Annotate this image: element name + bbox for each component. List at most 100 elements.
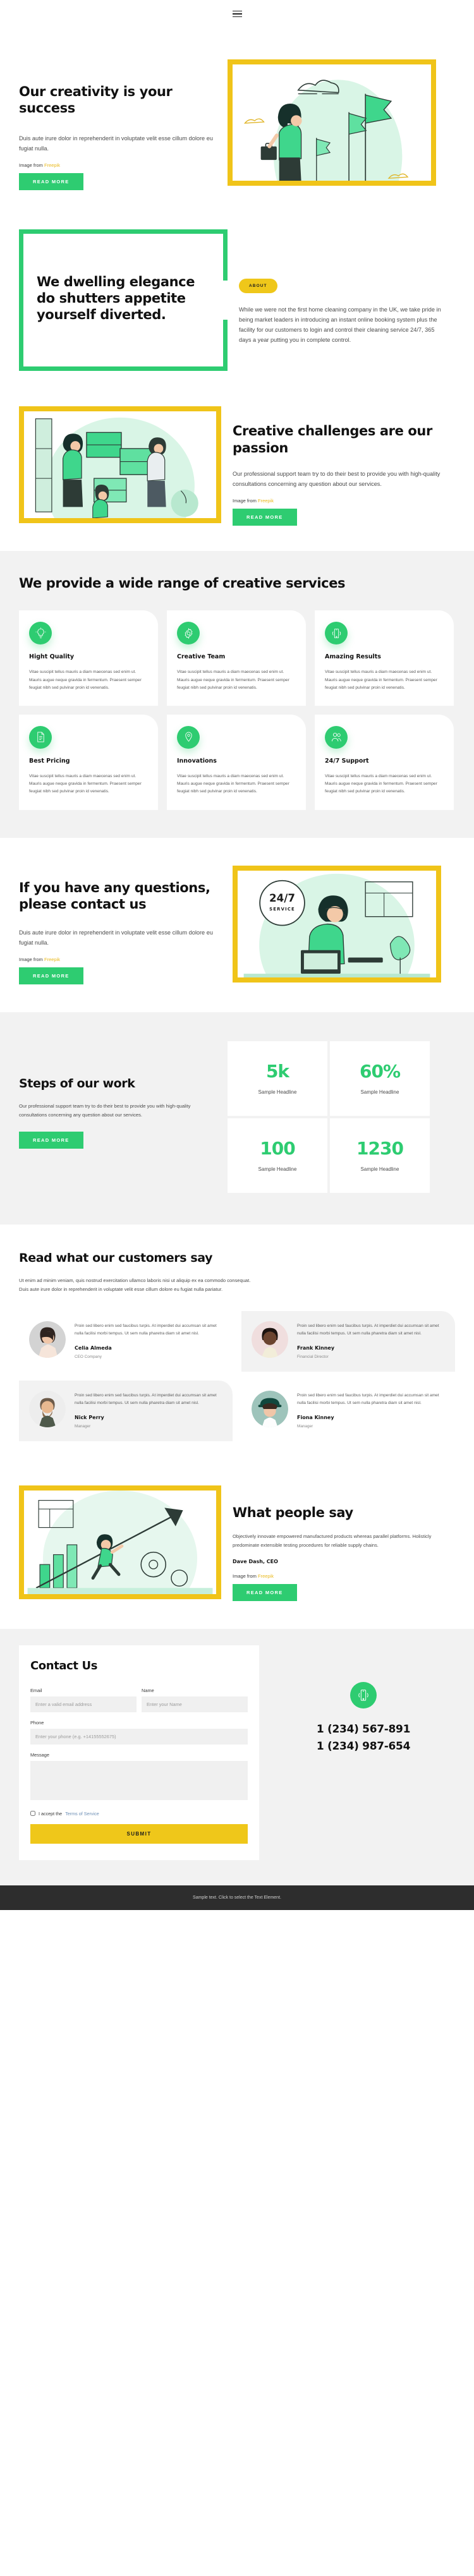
stat-label: Sample Headline [360,1089,399,1095]
people-say-read-more-button[interactable]: READ MORE [233,1584,297,1602]
mobile-phone-icon [350,1682,377,1709]
phone-number-secondary[interactable]: 1 (234) 987-654 [317,1738,411,1755]
message-textarea[interactable] [30,1760,248,1800]
submit-button[interactable]: SUBMIT [30,1823,248,1844]
site-header [0,0,474,28]
hamburger-menu-icon[interactable] [230,8,245,20]
stat-card: 100 Sample Headline [228,1118,327,1194]
service-card-text: Vitae suscipit tellus mauris a diam maec… [29,670,142,690]
avatar [252,1390,288,1427]
credit-prefix: Image from [233,498,258,504]
testimonial-role: Financial Director [297,1354,329,1359]
cta-image-credit: Image from Freepik [19,957,221,962]
people-say-section: What people say Objectively innovate emp… [0,1466,474,1629]
quote-frame: We dwelling elegance do shutters appetit… [19,229,228,372]
service-card[interactable]: Innovations Vitae suscipit tellus mauris… [167,714,306,810]
email-field-group: Email [30,1688,137,1712]
hero-title: Our creativity is your success [19,84,173,116]
avatar-fiona-kinney [252,1390,288,1427]
terms-checkbox[interactable] [30,1811,35,1817]
freepik-link[interactable]: Freepik [44,957,60,962]
hero-illustration [233,64,431,181]
service-card[interactable]: Hight Quality Vitae suscipit tellus maur… [19,610,158,706]
steps-paragraph: Our professional support team try to do … [19,1103,191,1118]
stat-card: 60% Sample Headline [330,1041,430,1116]
hero-image-credit: Image from Freepik [19,162,221,168]
cta-read-more-button[interactable]: READ MORE [19,967,83,985]
name-label: Name [142,1687,154,1693]
cta-paragraph: Duis aute irure dolor in reprehenderit i… [19,929,213,946]
service-card-title: Creative Team [177,653,226,661]
hero-text-column: Our creativity is your success Duis aute… [19,59,221,190]
avatar-celia-almeda [29,1321,66,1358]
challenges-read-more-button[interactable]: READ MORE [233,509,297,526]
steps-title: Steps of our work [19,1077,135,1091]
terms-of-service-link[interactable]: Terms of Service [65,1811,99,1817]
document-list-icon [29,725,52,749]
name-input[interactable] [142,1696,248,1712]
businessman-flags-illustration [244,80,409,181]
services-section: We provide a wide range of creative serv… [0,551,474,838]
testimonial-body: Proin sed libero enim sed faucibus turpi… [75,1321,221,1359]
testimonial-name: Celia Almeda [75,1345,112,1351]
testimonials-section: Read what our customers say Ut enim ad m… [0,1225,474,1466]
freepik-link[interactable]: Freepik [258,1573,274,1579]
service-card[interactable]: 24/7 Support Vitae suscipit tellus mauri… [315,714,454,810]
testimonial-body: Proin sed libero enim sed faucibus turpi… [297,1321,444,1359]
about-badge-button[interactable]: ABOUT [239,278,277,293]
credit-prefix: Image from [19,957,45,963]
freepik-link[interactable]: Freepik [258,498,274,504]
service-card-title: 24/7 Support [325,757,369,765]
people-say-paragraph: Objectively innovate empowered manufactu… [233,1533,432,1549]
testimonials-intro: Ut enim ad minim veniam, quis nostrud ex… [19,1277,251,1293]
service-card-text: Vitae suscipit tellus mauris a diam maec… [29,773,142,794]
cta-illustration-frame: 24/7 SERVICE [233,865,441,985]
people-icon [325,725,348,749]
people-say-image-credit: Image from Freepik [233,1573,441,1579]
phone-input[interactable] [30,1728,248,1745]
call-center-illustration: 24/7 SERVICE [243,873,430,977]
testimonial-name: Frank Kinney [297,1345,335,1351]
testimonial-quote: Proin sed libero enim sed faucibus turpi… [297,1393,439,1406]
avatar-nick-perry [29,1390,66,1427]
stat-value: 60% [359,1060,401,1082]
stat-card: 5k Sample Headline [228,1041,327,1116]
hero-read-more-button[interactable]: READ MORE [19,172,83,190]
service-card-text: Vitae suscipit tellus mauris a diam maec… [177,670,289,690]
contact-phone-column: 1 (234) 567-891 1 (234) 987-654 [272,1645,455,1860]
service-card[interactable]: Best Pricing Vitae suscipit tellus mauri… [19,714,158,810]
stat-value: 5k [265,1060,289,1082]
email-input[interactable] [30,1696,137,1712]
service-card-text: Vitae suscipit tellus mauris a diam maec… [177,773,289,794]
challenges-paragraph: Our professional support team try to do … [233,470,441,488]
cta-title: If you have any questions, please contac… [19,880,210,912]
testimonial-card: Proin sed libero enim sed faucibus turpi… [19,1311,233,1372]
service-card-title: Best Pricing [29,757,70,765]
footer-text: Sample text. Click to select the Text El… [193,1895,281,1900]
people-say-text-column: What people say Objectively innovate emp… [233,1485,441,1602]
freepik-link[interactable]: Freepik [44,162,60,168]
testimonial-name: Fiona Kinney [297,1414,334,1420]
testimonial-quote: Proin sed libero enim sed faucibus turpi… [75,1393,217,1406]
phone-number-primary[interactable]: 1 (234) 567-891 [317,1721,411,1738]
steps-read-more-button[interactable]: READ MORE [19,1132,83,1149]
testimonials-grid: Proin sed libero enim sed faucibus turpi… [19,1310,455,1441]
contact-cta-section: If you have any questions, please contac… [0,838,474,1013]
challenges-text-column: Creative challenges are our passion Our … [233,406,441,526]
quote-frame-left-bar [19,267,23,334]
testimonial-card: Proin sed libero enim sed faucibus turpi… [19,1380,233,1441]
service-card-title: Innovations [177,757,217,765]
cta-illustration-label-bottom: SERVICE [269,906,295,911]
contact-title: Contact Us [30,1659,98,1673]
hero-illustration-frame [228,59,436,190]
service-card[interactable]: Creative Team Vitae suscipit tellus maur… [167,610,306,706]
stat-value: 1230 [356,1137,404,1159]
testimonial-body: Proin sed libero enim sed faucibus turpi… [297,1391,444,1429]
challenges-image-credit: Image from Freepik [233,498,441,504]
testimonial-role: CEO Company [75,1354,102,1359]
quote-title: We dwelling elegance do shutters appetit… [37,274,195,323]
service-card[interactable]: Amazing Results Vitae suscipit tellus ma… [315,610,454,706]
message-field-group: Message [30,1752,248,1803]
runner-arrow-chart-illustration [27,1490,213,1594]
cta-text-column: If you have any questions, please contac… [19,866,221,985]
